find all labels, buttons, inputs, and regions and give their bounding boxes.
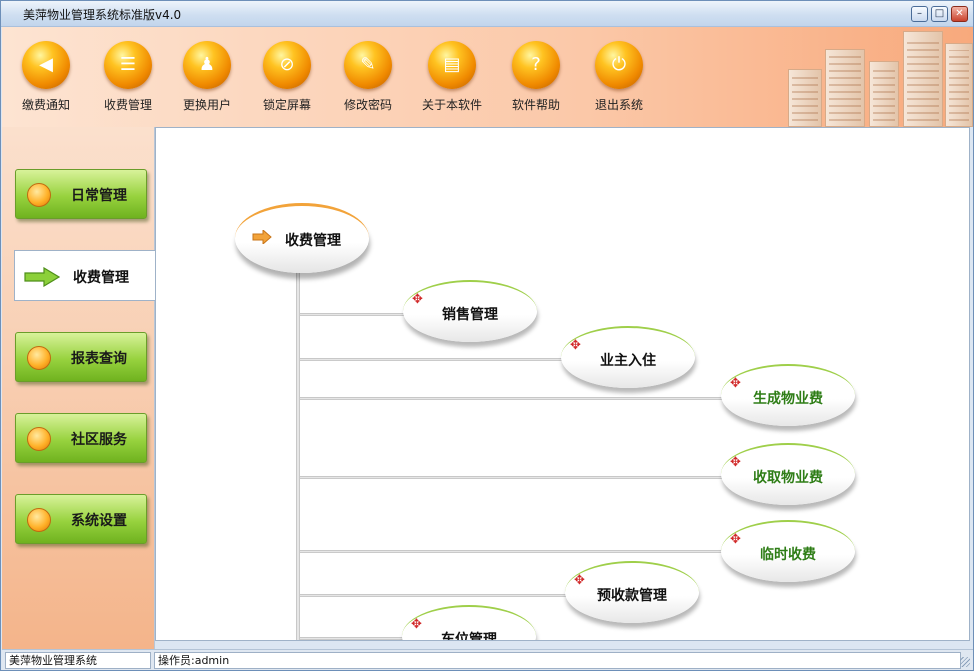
- orange-orb-icon: [27, 346, 51, 370]
- tree-trunk-line: [296, 268, 300, 640]
- orange-orb-icon: [27, 183, 51, 207]
- main-content-panel: 收费管理 ✥ 销售管理 ✥ 业主入住 ✥ 生成物业费 ✥ 收取物业费 ✥ 临时收…: [155, 127, 970, 641]
- sidebar-item-community[interactable]: 社区服务: [15, 413, 147, 463]
- orange-orb-icon: [27, 427, 51, 451]
- tree-branch-line: [300, 550, 722, 553]
- minimize-button[interactable]: –: [911, 6, 928, 22]
- document-icon: ▤: [428, 41, 476, 89]
- toolbar-change-password-button[interactable]: ✎ 修改密码: [328, 41, 408, 113]
- sidebar-item-settings[interactable]: 系统设置: [15, 494, 147, 544]
- tree-node-sales[interactable]: ✥ 销售管理: [403, 280, 537, 342]
- window-title: 美萍物业管理系统标准版v4.0: [23, 8, 182, 22]
- tree-branch-line: [300, 397, 722, 400]
- wrench-key-icon: ✎: [344, 41, 392, 89]
- toolbar-label: 更换用户: [182, 98, 231, 112]
- toolbar-label: 锁定屏幕: [262, 98, 311, 112]
- close-button[interactable]: ✕: [951, 6, 968, 22]
- toolbar-switch-user-button[interactable]: ♟ 更换用户: [167, 41, 247, 113]
- tree-node-label: 临时收费: [760, 547, 816, 563]
- toolbar-about-button[interactable]: ▤ 关于本软件: [412, 41, 492, 113]
- toolbar-label: 修改密码: [343, 98, 392, 112]
- sidebar-item-label: 系统设置: [71, 513, 127, 529]
- tree-node-parking[interactable]: ✥ 车位管理: [402, 605, 536, 641]
- sidebar-item-charge[interactable]: 收费管理: [14, 250, 156, 301]
- status-app-name: 美萍物业管理系统: [5, 652, 151, 669]
- toolbar-label: 退出系统: [594, 98, 643, 112]
- status-bar: 美萍物业管理系统 操作员:admin: [2, 649, 973, 670]
- toolbar-charge-button[interactable]: ☰ 收费管理: [88, 41, 168, 113]
- orange-orb-icon: [27, 508, 51, 532]
- tree-node-label: 车位管理: [441, 632, 497, 641]
- tree-branch-line: [300, 313, 404, 316]
- power-icon: ⏻: [595, 41, 643, 89]
- buildings-illustration: [773, 27, 973, 127]
- toolbar-lock-screen-button[interactable]: ⊘ 锁定屏幕: [247, 41, 327, 113]
- title-bar[interactable]: 美萍物业管理系统标准版v4.0 – □ ✕: [1, 1, 973, 27]
- toolbar-exit-button[interactable]: ⏻ 退出系统: [579, 41, 659, 113]
- toolbar-help-button[interactable]: ? 软件帮助: [496, 41, 576, 113]
- sidebar-item-label: 日常管理: [71, 188, 127, 204]
- toolbar-label: 软件帮助: [511, 98, 560, 112]
- tree-node-label: 业主入住: [600, 353, 656, 369]
- toolbar-notice-button[interactable]: ◀ 缴费通知: [6, 41, 86, 113]
- maximize-button[interactable]: □: [931, 6, 948, 22]
- tree-node-label: 生成物业费: [753, 391, 823, 407]
- tree-node-label: 预收款管理: [597, 588, 667, 604]
- tree-node-collect-fee[interactable]: ✥ 收取物业费: [721, 443, 855, 505]
- resize-grip-icon[interactable]: [960, 657, 970, 667]
- tree-branch-line: [300, 637, 404, 640]
- lock-screen-icon: ⊘: [263, 41, 311, 89]
- sidebar-item-daily[interactable]: 日常管理: [15, 169, 147, 219]
- sidebar-item-label: 收费管理: [73, 270, 129, 286]
- tree-root-label: 收费管理: [285, 233, 341, 249]
- sidebar-item-reports[interactable]: 报表查询: [15, 332, 147, 382]
- arrow-right-icon: [24, 267, 60, 287]
- toolbar-label: 收费管理: [103, 98, 152, 112]
- tree-node-generate-fee[interactable]: ✥ 生成物业费: [721, 364, 855, 426]
- sidebar: 日常管理 收费管理 报表查询 社区服务 系统设置: [2, 127, 156, 649]
- tree-node-temp-charge[interactable]: ✥ 临时收费: [721, 520, 855, 582]
- toolbar: ◀ 缴费通知 ☰ 收费管理 ♟ 更换用户 ⊘ 锁定屏幕 ✎ 修改密码 ▤ 关于本…: [2, 27, 973, 127]
- toolbar-label: 缴费通知: [21, 98, 70, 112]
- tree-root-node[interactable]: 收费管理: [235, 203, 369, 273]
- status-operator: 操作员:admin: [154, 652, 961, 669]
- tree-branch-line: [300, 358, 562, 361]
- question-icon: ?: [512, 41, 560, 89]
- tree-node-owner-checkin[interactable]: ✥ 业主入住: [561, 326, 695, 388]
- tree-node-prepayment[interactable]: ✥ 预收款管理: [565, 561, 699, 623]
- toolbar-label: 关于本软件: [421, 98, 482, 112]
- sidebar-item-label: 社区服务: [71, 432, 127, 448]
- tree-node-label: 销售管理: [442, 307, 498, 323]
- invoice-icon: ☰: [104, 41, 152, 89]
- arrow-right-icon: [252, 230, 272, 244]
- user-switch-icon: ♟: [183, 41, 231, 89]
- app-window: 美萍物业管理系统标准版v4.0 – □ ✕ ◀ 缴费通知 ☰ 收费管理 ♟ 更换…: [0, 0, 974, 671]
- tree-branch-line: [300, 594, 566, 597]
- megaphone-icon: ◀: [22, 41, 70, 89]
- tree-node-label: 收取物业费: [753, 470, 823, 486]
- sidebar-item-label: 报表查询: [71, 351, 127, 367]
- tree-branch-line: [300, 476, 722, 479]
